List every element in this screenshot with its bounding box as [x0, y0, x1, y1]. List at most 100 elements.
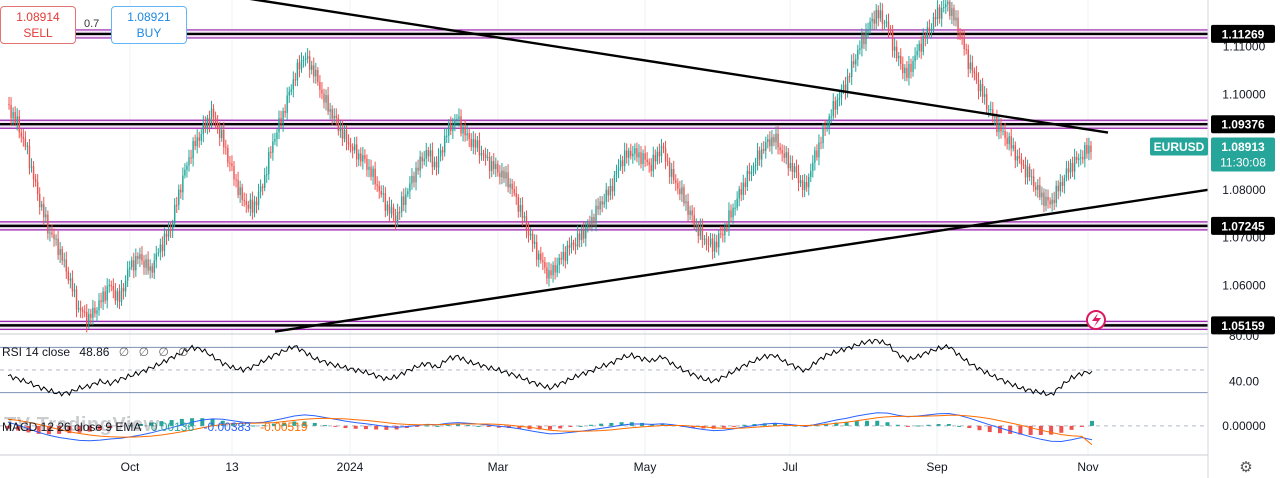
candle-body	[396, 211, 399, 223]
candle-body	[1016, 155, 1019, 161]
candle-body	[898, 55, 900, 59]
candle-body	[8, 103, 10, 106]
candle-body	[435, 161, 438, 168]
candle-body	[155, 253, 157, 261]
candle-body	[891, 30, 894, 51]
candle-body	[599, 201, 601, 210]
candle-body	[1047, 196, 1049, 201]
candle-body	[466, 133, 468, 136]
tradingview-watermark: TV TradingView	[4, 414, 160, 436]
gear-icon[interactable]: ⚙	[1236, 458, 1256, 478]
candle-body	[871, 18, 873, 22]
candle-body	[664, 148, 667, 162]
candle-body	[401, 196, 403, 212]
buy-button[interactable]: 1.08921 BUY	[111, 6, 187, 44]
candle-body	[210, 108, 213, 125]
candle-body	[221, 130, 223, 139]
price-tick-1: 1.10000	[1222, 87, 1266, 101]
candle-body	[617, 167, 620, 171]
candle-body	[233, 166, 235, 180]
candle-body	[640, 152, 642, 164]
candle-body	[985, 94, 988, 110]
candle-body	[257, 191, 260, 206]
candle-body	[55, 238, 57, 240]
candle-body	[533, 242, 536, 244]
candle-body	[1090, 145, 1092, 153]
candle-body	[648, 162, 650, 165]
macd-histogram-bar	[1049, 425, 1054, 435]
buy-label: BUY	[136, 26, 162, 40]
candle-body	[973, 70, 976, 74]
sell-button[interactable]: 1.08914 SELL	[0, 6, 76, 44]
candle-body	[515, 193, 517, 197]
candle-body	[411, 175, 413, 184]
candle-body	[41, 204, 43, 208]
macd-histogram-bar	[466, 425, 471, 427]
candle-body	[928, 27, 931, 31]
candle-body	[423, 158, 425, 162]
candle-body	[656, 151, 659, 162]
candle-body	[75, 289, 78, 310]
candle-body	[883, 22, 886, 24]
macd-histogram-bar	[333, 425, 338, 427]
candle-body	[509, 183, 511, 188]
chart-canvas[interactable]: 1.110001.100001.090001.080001.070001.060…	[0, 0, 1280, 478]
candle-body	[392, 207, 395, 216]
candle-body	[763, 149, 765, 151]
candle-body	[173, 204, 176, 223]
macd-histogram-bar	[568, 425, 573, 427]
candle-body	[302, 59, 305, 61]
candle-body	[427, 150, 430, 157]
macd-histogram-bar	[455, 424, 460, 426]
candle-body	[781, 150, 783, 154]
macd-histogram-bar	[854, 421, 859, 426]
candle-body	[106, 286, 108, 301]
candle-body	[1022, 164, 1025, 166]
candle-body	[69, 278, 72, 281]
candle-body	[482, 153, 485, 155]
candle-body	[777, 133, 779, 148]
candle-body	[619, 160, 622, 168]
candle-body	[908, 63, 910, 78]
candle-body	[341, 127, 344, 139]
candle-body	[916, 50, 918, 56]
candle-body	[963, 37, 965, 50]
candle-body	[178, 189, 180, 205]
candle-body	[81, 310, 84, 312]
candle-body	[934, 17, 937, 20]
macd-histogram-bar	[374, 425, 379, 430]
candle-body	[239, 187, 241, 196]
candle-body	[677, 182, 679, 189]
candle-body	[1035, 186, 1037, 190]
candle-body	[578, 233, 581, 241]
candle-body	[57, 238, 59, 255]
candle-body	[390, 207, 393, 214]
candle-body	[938, 7, 941, 19]
candle-body	[83, 311, 86, 313]
candle-body	[971, 62, 974, 71]
candle-body	[511, 183, 513, 190]
candle-body	[147, 259, 149, 271]
candle-body	[38, 193, 41, 208]
candle-body	[450, 122, 452, 131]
candle-body	[386, 204, 389, 211]
candle-body	[65, 259, 68, 272]
candle-body	[409, 183, 411, 192]
candle-body	[945, 4, 947, 8]
candle-body	[1032, 176, 1035, 187]
candle-body	[820, 142, 822, 144]
candle-body	[562, 251, 565, 260]
macd-tick-0: 0.00000	[1222, 419, 1266, 433]
candle-body	[914, 55, 916, 62]
candle-body	[452, 125, 454, 131]
candle-body	[349, 144, 352, 147]
candle-body	[1026, 166, 1029, 178]
candle-body	[227, 147, 229, 163]
candle-body	[767, 139, 769, 143]
candle-body	[685, 201, 687, 204]
candle-body	[803, 181, 806, 190]
candle-body	[122, 287, 125, 292]
candle-body	[202, 123, 205, 135]
candle-body	[235, 179, 237, 181]
candle-body	[374, 168, 376, 185]
